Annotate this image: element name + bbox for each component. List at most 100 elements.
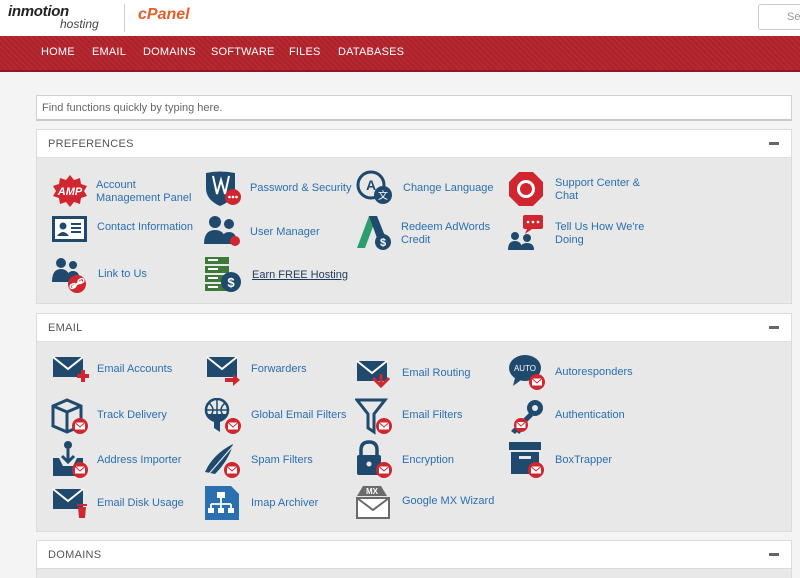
pref-label-language: Change Language — [403, 182, 494, 194]
email-item-boxtrapper[interactable]: BoxTrapper — [507, 440, 657, 480]
pref-item-link-to-us[interactable]: Link to Us — [51, 256, 201, 296]
mx-wizard-icon: MX — [356, 486, 390, 519]
nav-home[interactable]: HOME — [41, 46, 75, 58]
svg-text:$: $ — [380, 237, 386, 249]
lifebuoy-icon — [509, 172, 543, 206]
email-item-track-delivery[interactable]: Track Delivery — [51, 398, 201, 438]
pref-item-support[interactable]: Support Center & Chat — [507, 170, 657, 210]
email-item-global-filters[interactable]: Global Email Filters — [203, 398, 353, 438]
preferences-panel-header[interactable]: PREFERENCES — [37, 130, 791, 158]
email-label-accounts: Email Accounts — [97, 363, 173, 375]
email-panel: EMAIL Email Accounts Forwarders Email Ro… — [36, 313, 792, 532]
pref-item-feedback[interactable]: Tell Us How We're Doing — [507, 214, 657, 254]
email-item-encryption[interactable]: Encryption — [355, 440, 505, 480]
email-label-autoresponders: Autoresponders — [555, 366, 633, 378]
svg-text:文: 文 — [378, 189, 388, 202]
spam-filter-icon — [205, 444, 240, 478]
email-item-forwarders[interactable]: Forwarders — [203, 354, 353, 394]
email-item-disk-usage[interactable]: Email Disk Usage — [51, 486, 201, 526]
address-importer-icon — [53, 441, 88, 478]
pref-item-language[interactable]: A 文 Change Language — [355, 170, 505, 210]
pref-label-adwords: Redeem AdWords Credit — [401, 221, 491, 246]
email-label-global-filters: Global Email Filters — [251, 409, 347, 421]
top-search-input[interactable]: Sea — [758, 4, 800, 30]
language-icon: A 文 — [356, 170, 392, 204]
server-dollar-icon: $ — [205, 257, 241, 292]
key-icon — [511, 400, 543, 434]
boxtrapper-icon — [509, 442, 544, 478]
pref-item-earn-hosting[interactable]: $ Earn FREE Hosting — [203, 256, 353, 296]
pref-label-support: Support Center & Chat — [555, 177, 640, 202]
feedback-icon — [508, 215, 543, 250]
email-filter-icon — [355, 398, 392, 435]
adwords-icon: $ — [357, 216, 391, 250]
autoresponders-icon: AUTO — [509, 355, 545, 390]
domains-panel-header[interactable]: DOMAINS — [37, 541, 791, 569]
track-delivery-icon — [51, 398, 88, 434]
pref-item-contact[interactable]: Contact Information — [51, 214, 201, 254]
email-label-routing: Email Routing — [402, 367, 471, 379]
nav-email[interactable]: EMAIL — [92, 46, 126, 58]
pref-label-amp: Account Management Panel — [96, 179, 192, 204]
email-label-mx-wizard: Google MX Wizard — [402, 495, 495, 507]
mx-badge-text: MX — [366, 487, 379, 496]
pref-label-contact: Contact Information — [97, 221, 193, 233]
email-item-autoresponders[interactable]: AUTO Autoresponders — [507, 354, 657, 394]
email-panel-header[interactable]: EMAIL — [37, 314, 791, 342]
inmotion-logo[interactable]: inmotion hosting — [8, 3, 118, 33]
pref-item-amp[interactable]: AMP Account Management Panel — [51, 172, 201, 212]
archiver-icon — [205, 486, 239, 520]
email-label-track-delivery: Track Delivery — [97, 409, 167, 421]
email-accounts-icon — [52, 356, 89, 382]
email-item-spam-filters[interactable]: Spam Filters — [203, 440, 353, 480]
pref-label-earn-hosting: Earn FREE Hosting — [252, 269, 348, 281]
quick-search-input[interactable]: Find functions quickly by typing here. — [36, 95, 792, 121]
amp-icon: AMP — [53, 175, 87, 207]
email-label-spam-filters: Spam Filters — [251, 454, 313, 466]
email-item-accounts[interactable]: Email Accounts — [51, 354, 201, 394]
pref-label-feedback: Tell Us How We're Doing — [555, 221, 645, 246]
domains-panel: DOMAINS — [36, 540, 792, 578]
email-item-address-importer[interactable]: Address Importer — [51, 440, 201, 480]
pref-item-adwords[interactable]: $ Redeem AdWords Credit — [355, 214, 505, 254]
svg-text:AMP: AMP — [57, 186, 83, 198]
svg-text:$: $ — [227, 275, 235, 290]
email-item-email-filters[interactable]: Email Filters — [355, 398, 505, 438]
pref-item-user-manager[interactable]: User Manager — [203, 214, 353, 254]
logo-divider — [124, 4, 125, 32]
email-label-disk-usage: Email Disk Usage — [97, 497, 184, 509]
forwarders-icon — [206, 356, 240, 386]
cpanel-logo[interactable]: cPanel — [138, 6, 190, 24]
nav-domains[interactable]: DOMAINS — [143, 46, 196, 58]
collapse-icon[interactable] — [769, 142, 779, 145]
pref-label-link-to-us: Link to Us — [98, 268, 147, 280]
top-header: inmotion hosting cPanel Sea — [0, 0, 800, 36]
email-item-routing[interactable]: Email Routing — [355, 356, 505, 396]
email-item-authentication[interactable]: Authentication — [507, 398, 657, 438]
email-label-imap-archiver: Imap Archiver — [251, 497, 319, 509]
email-label-authentication: Authentication — [555, 409, 625, 421]
domains-panel-title: DOMAINS — [48, 549, 102, 561]
disk-usage-icon — [52, 488, 87, 518]
collapse-icon[interactable] — [769, 553, 779, 556]
email-routing-icon — [356, 360, 391, 389]
shield-icon — [206, 171, 241, 206]
preferences-panel: PREFERENCES AMP Account Management Panel… — [36, 129, 792, 304]
contact-card-icon — [52, 216, 87, 242]
email-item-imap-archiver[interactable]: Imap Archiver — [203, 484, 353, 524]
pref-label-password: Password & Security — [250, 182, 352, 194]
preferences-panel-title: PREFERENCES — [48, 138, 134, 150]
email-label-encryption: Encryption — [402, 454, 454, 466]
nav-files[interactable]: FILES — [289, 46, 321, 58]
nav-software[interactable]: SOFTWARE — [211, 46, 275, 58]
pref-label-user-manager: User Manager — [250, 226, 320, 238]
collapse-icon[interactable] — [769, 326, 779, 329]
logo-text-hosting: hosting — [60, 17, 99, 31]
main-navbar: HOME EMAIL DOMAINS SOFTWARE FILES DATABA… — [0, 36, 800, 72]
lock-icon — [357, 440, 392, 478]
nav-databases[interactable]: DATABASES — [338, 46, 404, 58]
email-item-mx-wizard[interactable]: MX Google MX Wizard — [355, 484, 505, 524]
email-label-email-filters: Email Filters — [402, 409, 463, 421]
pref-item-password[interactable]: Password & Security — [203, 170, 353, 210]
svg-text:A: A — [366, 177, 376, 193]
